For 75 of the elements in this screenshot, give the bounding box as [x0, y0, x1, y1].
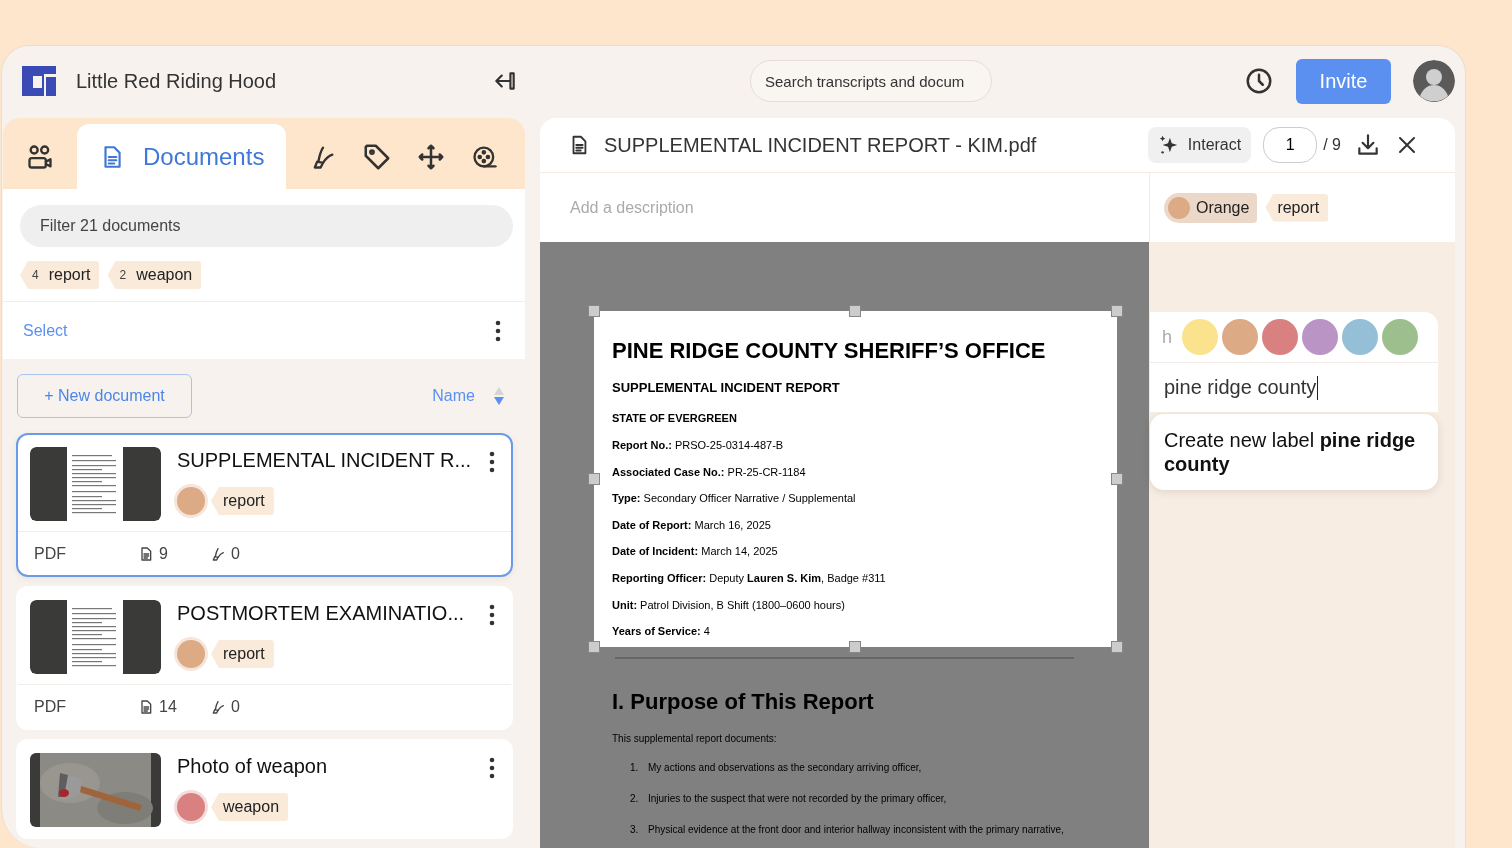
document-field: Associated Case No.: PR-25-CR-1184 [612, 465, 1099, 478]
list-number: 1. [630, 761, 640, 775]
clock-icon [1244, 66, 1274, 96]
list-number: 2. [630, 792, 640, 806]
document-title: SUPPLEMENTAL INCIDENT R... [177, 449, 472, 472]
section-heading: I. Purpose of This Report [612, 689, 875, 715]
filter-field[interactable]: Filter 21 documents [20, 205, 513, 247]
resize-handle[interactable] [588, 305, 600, 317]
document-field: Reporting Officer: Deputy Lauren S. Kim, Badge #311 [612, 571, 1099, 584]
document-field: Date of Report: March 16, 2025 [612, 518, 1099, 531]
page-icon [138, 545, 154, 562]
highlight-count: 0 [231, 544, 240, 563]
resize-handle[interactable] [588, 473, 600, 485]
sort-icon[interactable] [493, 386, 505, 406]
color-swatch[interactable] [1342, 319, 1378, 355]
document-card[interactable]: POSTMORTEM EXAMINATIO... report PDF 14 0 [16, 586, 513, 730]
page-count: 9 [159, 544, 168, 563]
search-field[interactable]: Search transcripts and docum [750, 60, 992, 102]
document-field: Unit: Patrol Division, B Shift (1800–0600 hours) [612, 598, 1099, 611]
file-type: PDF [34, 697, 67, 716]
document-heading: PINE RIDGE COUNTY SHERIFF’S OFFICE [612, 338, 1047, 364]
document-title: Photo of weapon [177, 755, 328, 778]
document-field: Date of Incident: March 14, 2025 [612, 545, 1099, 558]
label-tag[interactable]: report [1265, 193, 1329, 222]
tag-count: 4 [32, 268, 39, 282]
resize-handle[interactable] [1111, 305, 1123, 317]
color-label[interactable]: Orange [1164, 192, 1258, 223]
partial-text: h [1162, 326, 1172, 348]
resize-handle[interactable] [1111, 641, 1123, 653]
page-number-field[interactable]: 1 [1263, 127, 1318, 163]
avatar[interactable] [1413, 60, 1455, 102]
label-name-field[interactable]: pine ridge county [1150, 363, 1438, 412]
highlighter-icon [210, 545, 226, 562]
document-card[interactable]: Photo of weapon weapon [16, 739, 513, 839]
app-title: Little Red Riding Hood [76, 69, 278, 93]
download-icon [1355, 132, 1381, 158]
list-number: 3. [630, 823, 640, 837]
document-paragraph: This supplemental report documents: [612, 733, 778, 744]
document-field: Report No.: PRSO-25-0314-487-B [612, 439, 1099, 451]
sidebar-tab[interactable]: Documents [77, 124, 287, 189]
tag-count: 2 [119, 268, 127, 282]
document-field: Years of Service: 4 [612, 625, 1099, 638]
resize-handle[interactable] [1111, 473, 1123, 485]
color-swatch[interactable] [1222, 319, 1258, 355]
color-swatch[interactable] [1262, 319, 1298, 355]
label-tag: report [211, 640, 274, 668]
document-field: Type: Secondary Officer Narrative / Supplemental [612, 492, 1099, 505]
page-count: 14 [159, 697, 177, 716]
file-type: PDF [34, 544, 67, 563]
document-subheading: SUPPLEMENTAL INCIDENT REPORT [612, 380, 841, 395]
document-subheading: STATE OF EVERGREEN [612, 412, 738, 424]
list-item-text: Injuries to the suspect that were not recorded by the primary officer, [648, 792, 947, 806]
highlighter-icon [210, 698, 226, 715]
highlight-count: 0 [231, 697, 240, 716]
logo [20, 63, 58, 99]
label-tag: weapon [211, 793, 289, 821]
document-card[interactable]: SUPPLEMENTAL INCIDENT R... report PDF 9 0 [16, 433, 513, 577]
color-swatch[interactable] [1182, 319, 1218, 355]
color-swatch[interactable] [1382, 319, 1418, 355]
color-swatch[interactable] [1302, 319, 1338, 355]
create-label-option[interactable]: Create new label pine ridge county [1150, 414, 1438, 490]
list-item-text: My actions and observations as the secondary arriving officer, [648, 761, 922, 775]
label-tag: report [211, 487, 274, 515]
resize-handle[interactable] [588, 641, 600, 653]
tag-filter[interactable]: 2 weapon [107, 261, 202, 289]
tag-filter[interactable]: 4 report [20, 261, 100, 289]
resize-handle[interactable] [849, 641, 861, 653]
document-title: POSTMORTEM EXAMINATIO... [177, 602, 465, 625]
page-icon [138, 698, 154, 715]
interact-button[interactable]: Interact [1147, 127, 1252, 163]
list-item-text: Physical evidence at the front door and interior hallway inconsistent with the primary narrative, [648, 823, 1064, 837]
page-total: / 9 [1323, 136, 1341, 154]
document-title: SUPPLEMENTAL INCIDENT REPORT - KIM.pdf [604, 133, 1038, 157]
resize-handle[interactable] [849, 305, 861, 317]
people-icon [26, 142, 54, 171]
